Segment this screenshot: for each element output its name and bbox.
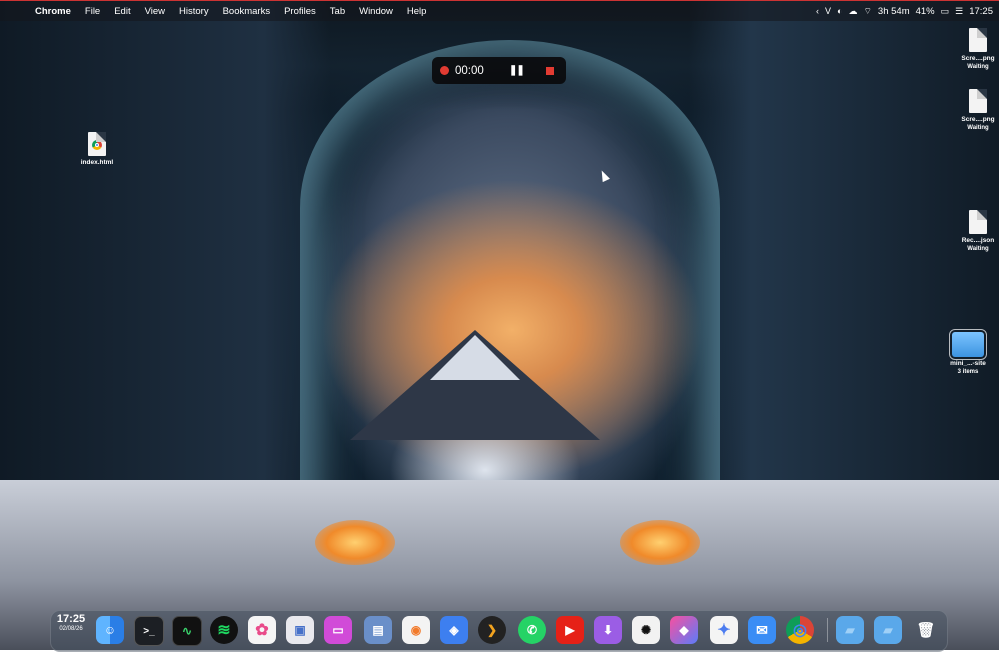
screen-sharing-icon[interactable]: ▭	[324, 616, 352, 644]
desktop-file-screenshot-1[interactable]: Scre....png Waiting	[946, 28, 999, 71]
menu-profiles[interactable]: Profiles	[277, 6, 323, 17]
menu-bar-status-area: ‹ V ◐ ☁ ⌔ 3h 54m 41% ▭ ☰ 17:25	[816, 1, 993, 21]
trash-icon[interactable]: 🗑	[912, 616, 940, 644]
shortcuts-icon[interactable]: ◆	[670, 616, 698, 644]
desktop-file-status: Waiting	[967, 64, 989, 70]
rss-reader-icon[interactable]: ◉	[402, 616, 430, 644]
menu-bar: Chrome File Edit View History Bookmarks …	[0, 0, 999, 21]
plex-icon[interactable]: ❯	[478, 616, 506, 644]
menu-edit[interactable]: Edit	[107, 6, 137, 17]
menu-help[interactable]: Help	[400, 6, 434, 17]
desktop-file-recording-json[interactable]: Rec....json Waiting	[946, 210, 999, 253]
pause-recording-button[interactable]: ❚❚	[509, 65, 525, 76]
dock-clock-time: 17:25	[56, 613, 86, 625]
applications-folder-icon[interactable]: ▰	[836, 616, 864, 644]
gemini-icon[interactable]: ✦	[710, 616, 738, 644]
recording-indicator-icon	[440, 66, 449, 75]
control-center-icon[interactable]: ☰	[955, 6, 963, 17]
downloads-folder-icon[interactable]: ▰	[874, 616, 902, 644]
dock-clock-widget[interactable]: 17:25 02/08/26	[53, 613, 89, 645]
chrome-icon[interactable]: ◎	[786, 616, 814, 644]
cloud-icon[interactable]: ☁	[848, 6, 857, 17]
menu-file[interactable]: File	[78, 6, 107, 17]
folder-icon	[949, 329, 987, 360]
whatsapp-icon[interactable]: ✆	[518, 616, 546, 644]
wallpaper-fire-right	[620, 520, 700, 565]
desktop-file-label: Scre....png	[961, 116, 995, 123]
mail-icon[interactable]: ✉	[748, 616, 776, 644]
battery-icon[interactable]: ▭	[941, 6, 950, 17]
recording-elapsed-time: 00:00	[455, 64, 484, 77]
archive-utility-icon[interactable]: ▤	[364, 616, 392, 644]
stop-recording-button[interactable]	[545, 66, 554, 75]
vpn-shield-icon[interactable]: ◈	[440, 616, 468, 644]
wallpaper-mountain-snow	[430, 335, 520, 380]
activity-monitor-icon[interactable]: ∿	[172, 616, 202, 646]
desktop-file-status: Waiting	[967, 246, 989, 252]
menu-app-name[interactable]: Chrome	[28, 6, 78, 17]
image-file-icon	[969, 28, 987, 52]
preview-icon[interactable]: ▣	[286, 616, 314, 644]
chrome-badge-icon	[92, 140, 102, 150]
vpn-status-icon[interactable]: V	[825, 6, 831, 16]
dock-clock-date: 02/08/26	[59, 626, 83, 632]
terminal-icon[interactable]: >_	[134, 616, 164, 646]
spotify-icon[interactable]: ≋	[210, 616, 238, 644]
menu-view[interactable]: View	[138, 6, 172, 17]
desktop-folder-label: mini_...-site	[950, 360, 986, 367]
wifi-icon[interactable]: ⌔	[863, 6, 871, 17]
battery-percent: 41%	[915, 5, 935, 17]
photos-icon[interactable]: ✿	[248, 616, 276, 644]
menu-window[interactable]: Window	[352, 6, 400, 17]
downloader-icon[interactable]: ⬇	[594, 616, 622, 644]
desktop-file-label: index.html	[80, 159, 114, 166]
dock-separator	[827, 618, 828, 642]
desktop-folder-mini-site[interactable]: mini_...-site 3 items	[936, 329, 999, 376]
youtube-icon[interactable]: ▶	[556, 616, 584, 644]
wallpaper-fire-left	[315, 520, 395, 565]
desktop-file-label: Rec....json	[961, 237, 995, 244]
image-file-icon	[969, 89, 987, 113]
desktop-file-status: Waiting	[967, 125, 989, 131]
menu-bookmarks[interactable]: Bookmarks	[216, 6, 278, 17]
screen-recorder-controls: 00:00 ❚❚	[432, 57, 566, 84]
json-file-icon	[969, 210, 987, 234]
chatgpt-icon[interactable]: ✺	[632, 616, 660, 644]
html-file-icon	[88, 132, 106, 156]
desktop-file-screenshot-2[interactable]: Scre....png Waiting	[946, 89, 999, 132]
menu-history[interactable]: History	[172, 6, 216, 17]
desktop-folder-item-count: 3 items	[957, 369, 979, 375]
chevron-left-icon[interactable]: ‹	[816, 6, 819, 16]
desktop-file-label: Scre....png	[961, 55, 995, 62]
battery-time: 3h 54m	[877, 5, 910, 17]
menu-bar-clock[interactable]: 17:25	[969, 6, 993, 17]
finder-icon[interactable]: ☺	[96, 616, 124, 644]
desktop-file-index-html[interactable]: index.html	[65, 132, 129, 167]
menu-tab[interactable]: Tab	[323, 6, 352, 17]
focus-icon[interactable]: ◐	[837, 6, 842, 16]
